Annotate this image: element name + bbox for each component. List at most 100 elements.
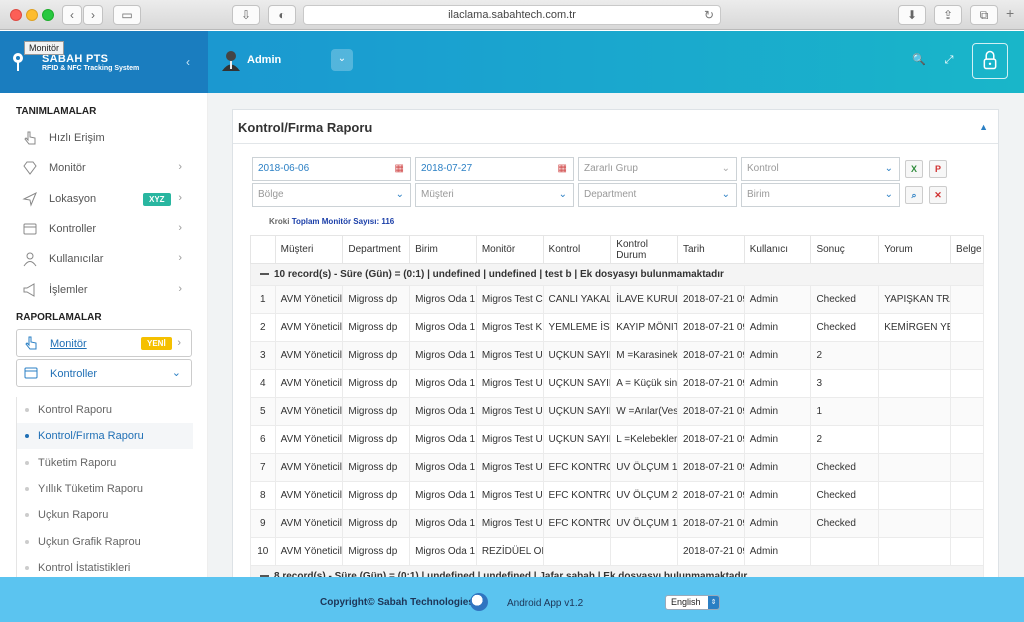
downloads-icon[interactable]: ⬇: [898, 5, 926, 25]
calendar-icon[interactable]: ▦: [558, 158, 567, 180]
table-row[interactable]: 8 AVM Yöneticili Migross dp Migros Oda 1 Mig…: [250, 481, 984, 510]
collapse-group-icon[interactable]: [260, 273, 269, 276]
collapse-sidebar-icon[interactable]: ‹: [186, 55, 190, 69]
table-cell: Migros Oda 1: [409, 313, 477, 342]
table-row[interactable]: 5 AVM Yöneticili Migross dp Migros Oda 1 Mig…: [250, 397, 984, 426]
tabs-icon[interactable]: ⧉: [970, 5, 998, 25]
table-row[interactable]: 9 AVM Yöneticili Migross dp Migros Oda 1 Mig…: [250, 509, 984, 538]
collapse-panel-icon[interactable]: ▲: [979, 122, 988, 132]
user-name[interactable]: Admin: [247, 54, 281, 66]
xyz-badge: XYZ: [143, 193, 171, 206]
sidebar-item-quick-access[interactable]: Hızlı Erişim: [16, 125, 192, 151]
table-cell: EFC KONTRO: [542, 453, 612, 482]
submenu-item-active[interactable]: Kontrol/Fırma Raporu: [17, 423, 193, 449]
submenu-item[interactable]: Yıllık Tüketim Raporu: [17, 476, 193, 502]
table-cell: 2018-07-21 09: [677, 369, 745, 398]
column-header[interactable]: Birim: [409, 235, 477, 264]
sidebar-item-operations[interactable]: İşlemler ›: [16, 277, 192, 303]
maximize-window-icon[interactable]: [42, 9, 54, 21]
table-row[interactable]: 6 AVM Yöneticili Migross dp Migros Oda 1 Mig…: [250, 425, 984, 454]
control-select[interactable]: Kontrol ⌄: [741, 157, 900, 181]
sidebar-item-monitor[interactable]: Monitör ›: [16, 155, 192, 181]
column-header[interactable]: Yorum: [878, 235, 952, 264]
column-header[interactable]: Tarih: [677, 235, 745, 264]
minimize-window-icon[interactable]: [26, 9, 38, 21]
calendar-icon[interactable]: ▦: [395, 158, 404, 180]
table-cell: [810, 537, 880, 566]
sidebar-toggle-icon[interactable]: ▭: [113, 5, 141, 25]
clear-filter-icon[interactable]: ✕: [929, 186, 947, 204]
kroki-label[interactable]: Kroki: [269, 217, 289, 226]
table-cell: KAYIP MÖNITÖ: [610, 313, 678, 342]
table-cell: M =Karasinek(: [610, 341, 678, 370]
privacy-icon[interactable]: ◐: [268, 5, 296, 25]
sidebar-item-controls-report[interactable]: Kontroller ⌄: [16, 359, 192, 387]
column-header[interactable]: Department: [342, 235, 411, 264]
table-cell: Migros Test U: [475, 425, 544, 454]
column-header[interactable]: Kullanıcı: [743, 235, 812, 264]
table-cell: AVM Yöneticili: [274, 313, 344, 342]
chevron-down-icon: ⌄: [884, 189, 893, 200]
fullscreen-icon[interactable]: ⤢: [940, 51, 958, 69]
close-window-icon[interactable]: [10, 9, 22, 21]
download-extension-icon[interactable]: ⇩: [232, 5, 260, 25]
table-cell: Checked: [810, 453, 880, 482]
table-row[interactable]: 10 AVM Yöneticili Migross dp Migros Oda 1 RE…: [250, 537, 984, 566]
group-row[interactable]: 10 record(s) - Süre (Gün) = (0:1) | unde…: [250, 263, 984, 286]
sidebar-item-users[interactable]: Kullanıcılar ›: [16, 246, 192, 272]
sidebar-item-monitor-report[interactable]: Monitör YENİ ›: [16, 329, 192, 357]
excel-export-icon[interactable]: X: [905, 160, 923, 178]
search-icon[interactable]: 🔍: [910, 51, 928, 69]
column-header[interactable]: Sonuç: [810, 235, 880, 264]
customer-select[interactable]: Müşteri ⌄: [415, 183, 574, 207]
reload-icon[interactable]: ↻: [704, 6, 714, 24]
pest-group-select[interactable]: Zararlı Grup ⌄: [578, 157, 737, 181]
start-date-field[interactable]: 2018-06-06 ▦: [252, 157, 411, 181]
region-select[interactable]: Bölge ⌄: [252, 183, 411, 207]
table-cell: Admin: [743, 453, 812, 482]
unit-select[interactable]: Birim ⌄: [741, 183, 900, 207]
table-cell: [950, 425, 984, 454]
user-avatar-icon[interactable]: [221, 49, 241, 71]
table-row[interactable]: 3 AVM Yöneticili Migross dp Migros Oda 1 Mig…: [250, 341, 984, 370]
column-header[interactable]: Belge: [950, 235, 984, 264]
table-cell: 2: [810, 425, 880, 454]
submenu-item[interactable]: Uçkun Grafik Raprou: [17, 529, 193, 555]
group-row[interactable]: 8 record(s) - Süre (Gün) = (0:1) | undef…: [250, 565, 984, 577]
end-date-field[interactable]: 2018-07-27 ▦: [415, 157, 574, 181]
column-header[interactable]: Kontrol Durum: [610, 235, 678, 264]
address-bar[interactable]: ilaclama.sabahtech.com.tr ↻: [303, 5, 721, 25]
forward-button[interactable]: ›: [83, 5, 103, 25]
sidebar-item-controls[interactable]: Kontroller ›: [16, 216, 192, 242]
table-cell: Migros Test U: [475, 369, 544, 398]
table-row[interactable]: 7 AVM Yöneticili Migross dp Migros Oda 1 Mig…: [250, 453, 984, 482]
search-icon[interactable]: ⌕: [905, 186, 923, 204]
chevron-down-icon: ⌄: [171, 367, 181, 379]
column-header[interactable]: Kontrol: [542, 235, 612, 264]
table-cell: [950, 369, 984, 398]
column-header[interactable]: Müşteri: [274, 235, 344, 264]
user-dropdown-chevron-icon[interactable]: ⌄: [331, 49, 353, 71]
table-cell: Checked: [810, 313, 880, 342]
submenu-item[interactable]: Uçkun Raporu: [17, 502, 193, 528]
submenu-item[interactable]: Kontrol İstatistikleri: [17, 555, 193, 577]
submenu-item[interactable]: Kontrol Raporu: [17, 397, 193, 423]
column-header[interactable]: Monitör: [475, 235, 544, 264]
android-app-link[interactable]: Android App v1.2: [507, 598, 583, 609]
table-cell: Admin: [743, 397, 812, 426]
back-button[interactable]: ‹: [62, 5, 82, 25]
table-cell: YAPIŞKAN TRA: [878, 285, 952, 314]
share-icon[interactable]: ⇪: [934, 5, 962, 25]
new-tab-icon[interactable]: +: [1006, 5, 1014, 21]
pdf-export-icon[interactable]: P: [929, 160, 947, 178]
table-row[interactable]: 2 AVM Yöneticili Migross dp Migros Oda 1 Mig…: [250, 313, 984, 342]
department-select[interactable]: Department ⌄: [578, 183, 737, 207]
language-select[interactable]: English ⇕: [665, 595, 720, 610]
submenu-item[interactable]: Tüketim Raporu: [17, 450, 193, 476]
table-cell: 2018-07-21 09: [677, 537, 745, 566]
lock-button[interactable]: [972, 43, 1008, 79]
table-cell: [878, 369, 952, 398]
sidebar-item-location[interactable]: Lokasyon XYZ ›: [16, 186, 192, 212]
table-row[interactable]: 4 AVM Yöneticili Migross dp Migros Oda 1 Mig…: [250, 369, 984, 398]
table-row[interactable]: 1 AVM Yöneticili Migross dp Migros Oda 1 Mig…: [250, 285, 984, 314]
